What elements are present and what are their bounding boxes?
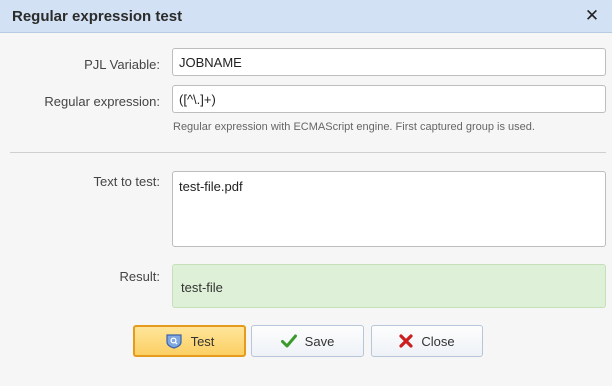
pjl-variable-label: PJL Variable: (84, 57, 160, 72)
test-button-label: Test (190, 333, 215, 349)
close-button-label: Close (421, 333, 455, 349)
save-button-label: Save (304, 333, 335, 349)
test-button[interactable]: Test (133, 325, 246, 357)
text-to-test-field[interactable]: test-file.pdf (172, 171, 606, 247)
close-icon[interactable]: ✕ (582, 5, 602, 27)
result-label: Result: (119, 269, 160, 284)
save-button[interactable]: Save (251, 325, 364, 357)
regex-test-dialog: Regular expression test ✕ PJL Variable: … (0, 0, 612, 386)
result-box: test-file (172, 264, 606, 308)
result-value: test-file (181, 280, 223, 295)
checkmark-icon (280, 334, 297, 348)
dialog-titlebar: Regular expression test ✕ (0, 0, 612, 33)
text-to-test-label: Text to test: (93, 174, 160, 189)
x-mark-icon (399, 334, 413, 348)
regex-input[interactable] (172, 85, 606, 113)
pjl-variable-input[interactable] (172, 48, 606, 76)
divider (10, 152, 606, 153)
close-button[interactable]: Close (371, 325, 483, 357)
shield-badge-icon (165, 333, 183, 349)
dialog-title: Regular expression test (12, 8, 183, 25)
regex-hint: Regular expression with ECMAScript engin… (173, 121, 535, 133)
regex-label: Regular expression: (44, 94, 160, 109)
